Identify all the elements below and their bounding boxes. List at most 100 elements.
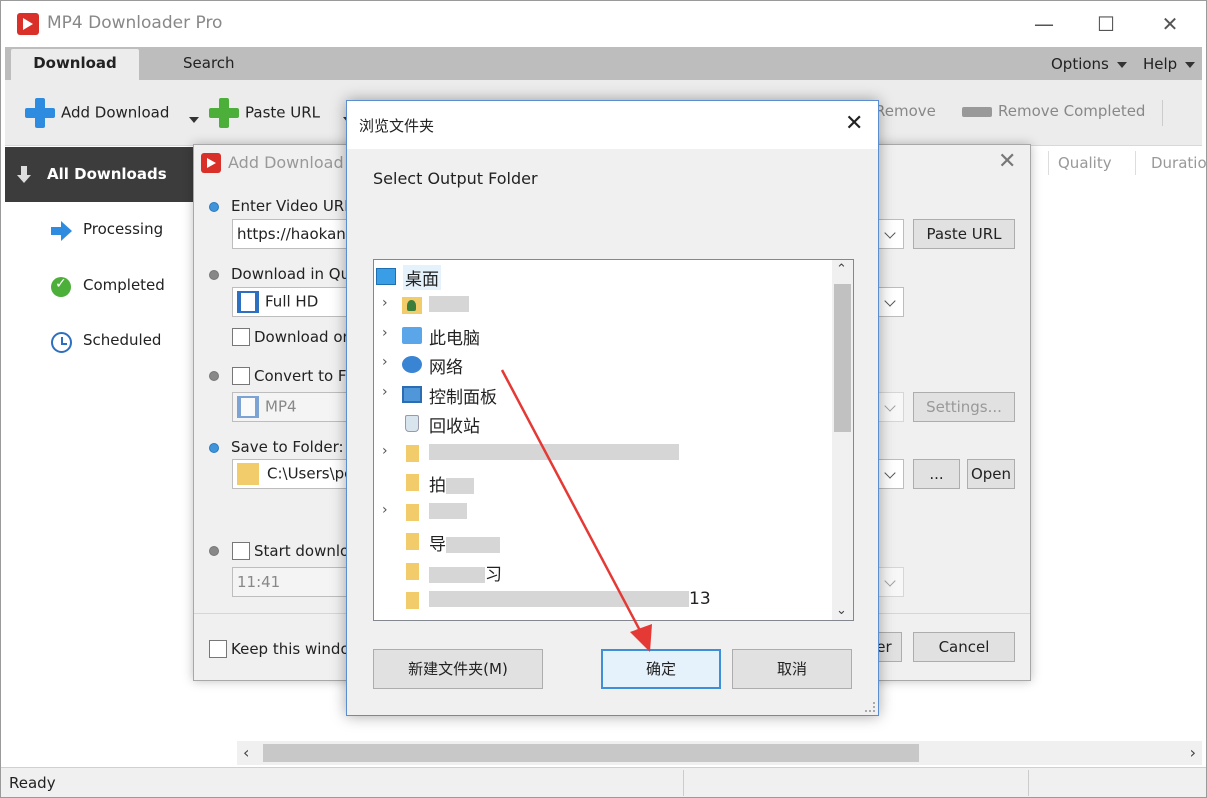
time-input[interactable]: 11:41 [232, 567, 362, 597]
url-radio[interactable] [209, 202, 219, 212]
scroll-down-icon[interactable]: ⌄ [836, 603, 847, 618]
tree-node[interactable]: › [374, 439, 832, 468]
quality-radio[interactable] [209, 270, 219, 280]
tree-node-label [429, 442, 679, 462]
folder-icon [406, 563, 419, 580]
chevron-down-icon[interactable] [878, 287, 904, 317]
sidebar-item-label: Scheduled [83, 331, 162, 349]
column-header-quality[interactable]: Quality [1058, 154, 1112, 172]
tree-node[interactable]: 拍 [374, 468, 832, 497]
tree-node-text: 导 [429, 535, 446, 555]
convert-format-select[interactable]: MP4 [232, 392, 362, 422]
start-download-checkbox[interactable] [232, 542, 250, 560]
maximize-button[interactable]: ☐ [1083, 7, 1129, 41]
tree-node[interactable]: 13 [374, 586, 832, 615]
open-folder-button[interactable]: Open [967, 459, 1015, 489]
add-download-label: Add Download [61, 103, 170, 122]
add-download-dropdown[interactable] [181, 110, 199, 128]
tree-node-control-panel[interactable]: › 控制面板 [374, 380, 832, 409]
tree-node[interactable]: › [374, 498, 832, 527]
scroll-up-icon[interactable]: ⌃ [836, 262, 847, 277]
convert-radio[interactable] [209, 371, 219, 381]
tree-node-this-pc[interactable]: › 此电脑 [374, 321, 832, 350]
chevron-down-icon[interactable] [878, 392, 904, 422]
paste-url-button[interactable]: Paste URL [209, 98, 320, 128]
sidebar-item-label: All Downloads [47, 165, 167, 183]
tree-node-label: 拍 [429, 471, 474, 496]
paste-url-button[interactable]: Paste URL [913, 219, 1015, 249]
remove-completed-button[interactable]: Remove Completed [962, 102, 1145, 120]
film-icon [237, 291, 259, 313]
chevron-down-icon[interactable] [878, 459, 904, 489]
folder-icon [237, 463, 259, 485]
new-folder-button[interactable]: 新建文件夹(M) [373, 649, 543, 689]
scroll-right-icon[interactable]: › [1190, 743, 1196, 762]
cancel-button[interactable]: 取消 [732, 649, 852, 689]
tree-node-label: 控制面板 [429, 388, 497, 408]
chevron-down-icon[interactable] [878, 219, 904, 249]
quality-select[interactable]: Full HD [232, 287, 362, 317]
column-header-duration[interactable]: Duration [1151, 154, 1207, 172]
vertical-scrollbar[interactable]: ⌃ ⌄ [832, 260, 853, 620]
options-menu[interactable]: Options [1051, 55, 1127, 73]
tree-node-network[interactable]: › 网络 [374, 350, 832, 379]
expand-chevron-icon[interactable]: › [382, 384, 388, 400]
download-arrow-icon [17, 166, 31, 184]
scrollbar-thumb[interactable] [834, 284, 851, 432]
scrollbar-thumb[interactable] [263, 744, 919, 762]
minimize-button[interactable]: — [1021, 7, 1067, 41]
expand-chevron-icon[interactable]: › [382, 443, 388, 459]
close-icon[interactable]: ✕ [998, 149, 1016, 174]
sidebar-item-label: Processing [83, 220, 164, 238]
clock-icon [51, 332, 72, 353]
tab-download[interactable]: Download [11, 49, 139, 80]
scroll-left-icon[interactable]: ‹ [243, 743, 249, 762]
expand-chevron-icon[interactable]: › [382, 295, 388, 311]
quality-label: Download in Qual [231, 265, 364, 283]
folder-icon [406, 504, 419, 521]
ok-button[interactable]: 确定 [601, 649, 721, 689]
remove-button[interactable]: Remove [875, 102, 936, 120]
folder-input[interactable]: C:\Users\pc [232, 459, 362, 489]
close-button[interactable]: ✕ [1147, 7, 1193, 41]
browse-folder-dialog: 浏览文件夹 ✕ Select Output Folder 桌面 › › 此电脑 … [346, 100, 879, 716]
schedule-radio[interactable] [209, 546, 219, 556]
tree-node[interactable]: 导 [374, 527, 832, 556]
horizontal-scrollbar[interactable]: ‹ › [237, 741, 1202, 765]
folder-value: C:\Users\pc [267, 464, 353, 483]
check-icon [51, 276, 71, 297]
tree-node-desktop[interactable]: 桌面 [374, 262, 832, 291]
blurred-text [429, 591, 689, 607]
keep-window-checkbox[interactable] [209, 640, 227, 658]
app-logo-icon [201, 153, 221, 173]
caret-down-icon [1185, 61, 1196, 68]
options-menu-label: Options [1051, 55, 1109, 73]
status-divider [1028, 770, 1029, 796]
folder-icon [406, 592, 419, 609]
tree-node[interactable]: 习 [374, 557, 832, 586]
tree-node[interactable]: › [374, 291, 832, 320]
settings-button[interactable]: Settings... [913, 392, 1015, 422]
title-bar: MP4 Downloader Pro — ☐ ✕ [1, 1, 1206, 47]
browse-button[interactable]: ... [913, 459, 960, 489]
chevron-down-icon[interactable] [878, 567, 904, 597]
expand-chevron-icon[interactable]: › [382, 325, 388, 341]
convert-checkbox[interactable] [232, 367, 250, 385]
close-icon[interactable]: ✕ [845, 111, 863, 136]
start-download-label: Start downloa [254, 542, 359, 560]
save-radio[interactable] [209, 443, 219, 453]
toolbar-divider [1162, 100, 1163, 126]
resize-grip-icon[interactable] [865, 702, 875, 712]
cancel-button[interactable]: Cancel [913, 632, 1015, 662]
add-download-button[interactable]: Add Download [25, 98, 169, 128]
tab-search[interactable]: Search [165, 49, 253, 80]
expand-chevron-icon[interactable]: › [382, 354, 388, 370]
download-only-checkbox[interactable] [232, 328, 250, 346]
help-menu[interactable]: Help [1143, 55, 1196, 73]
arrow-right-icon [51, 221, 73, 241]
folder-tree[interactable]: 桌面 › › 此电脑 › 网络 › 控制面板 回收站 › 拍 › 导 习 13 … [373, 259, 854, 621]
tree-node-recycle-bin[interactable]: 回收站 [374, 409, 832, 438]
expand-chevron-icon[interactable]: › [382, 502, 388, 518]
tree-node-label: 网络 [429, 358, 463, 378]
url-input[interactable]: https://haokan.b [232, 219, 362, 249]
